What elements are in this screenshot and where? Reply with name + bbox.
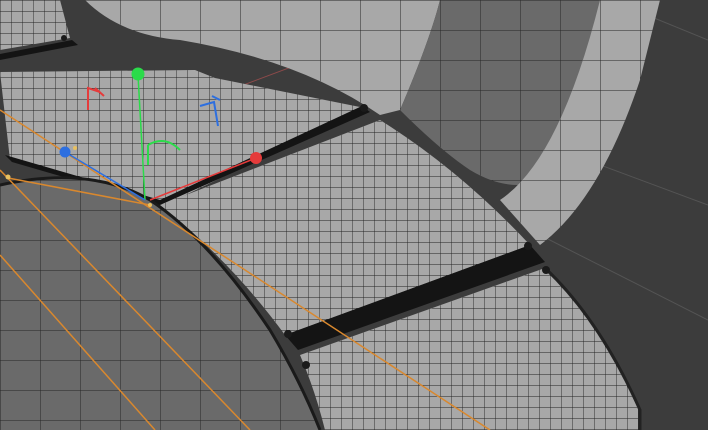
z-axis-handle bbox=[59, 146, 71, 158]
3d-viewport[interactable] bbox=[0, 0, 708, 430]
x-axis-handle bbox=[250, 152, 262, 164]
viewport-canvas[interactable] bbox=[0, 0, 708, 430]
y-axis-handle bbox=[131, 67, 145, 81]
